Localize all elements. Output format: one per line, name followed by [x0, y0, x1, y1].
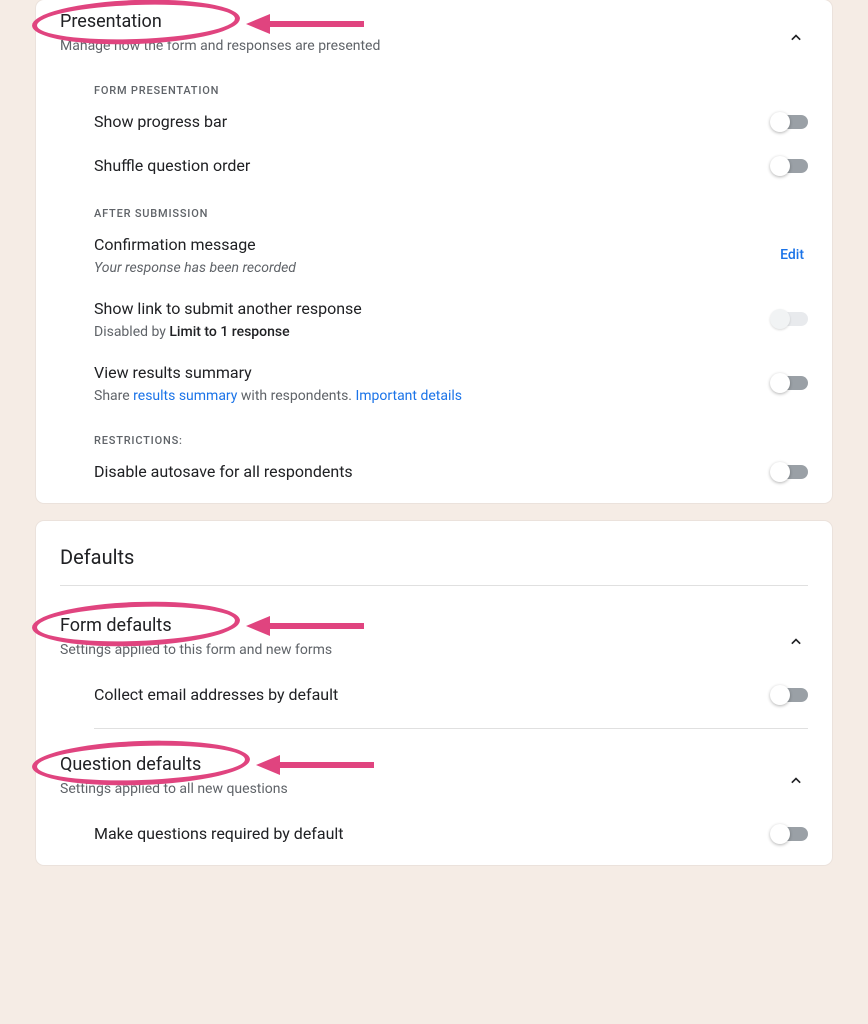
presentation-subtitle: Manage how the form and responses are pr… — [60, 38, 380, 54]
show-progress-bar-row: Show progress bar — [60, 97, 808, 133]
view-results-toggle[interactable] — [772, 376, 808, 390]
collapse-presentation-icon[interactable] — [784, 26, 808, 50]
form-defaults-subtitle: Settings applied to this form and new fo… — [60, 642, 332, 658]
question-defaults-header[interactable]: Question defaults Settings applied to al… — [60, 729, 808, 797]
important-details-link[interactable]: Important details — [355, 388, 462, 404]
make-required-toggle[interactable] — [772, 827, 808, 841]
collect-email-toggle[interactable] — [772, 688, 808, 702]
defaults-card: Defaults Form defaults Settings applied … — [36, 521, 832, 865]
restrictions-label: RESTRICTIONS: — [94, 434, 808, 447]
confirmation-message-value: Your response has been recorded — [94, 260, 780, 276]
form-presentation-label: FORM PRESENTATION — [94, 84, 808, 97]
defaults-card-title: Defaults — [60, 521, 808, 585]
disable-autosave-row: Disable autosave for all respondents — [60, 447, 808, 483]
collect-email-title: Collect email addresses by default — [94, 684, 772, 706]
shuffle-question-order-title: Shuffle question order — [94, 155, 772, 177]
collapse-question-defaults-icon[interactable] — [784, 769, 808, 793]
disable-autosave-title: Disable autosave for all respondents — [94, 461, 772, 483]
make-required-title: Make questions required by default — [94, 823, 772, 845]
submit-another-row: Show link to submit another response Dis… — [60, 276, 808, 340]
shuffle-question-order-row: Shuffle question order — [60, 133, 808, 177]
make-required-row: Make questions required by default — [60, 797, 808, 845]
view-results-row: View results summary Share results summa… — [60, 340, 808, 404]
presentation-card: Presentation Manage how the form and res… — [36, 0, 832, 503]
submit-another-toggle — [772, 312, 808, 326]
edit-confirmation-button[interactable]: Edit — [780, 247, 804, 263]
collapse-form-defaults-icon[interactable] — [784, 630, 808, 654]
presentation-title: Presentation — [60, 10, 380, 34]
form-defaults-title: Form defaults — [60, 614, 332, 638]
confirmation-message-title: Confirmation message — [94, 234, 780, 256]
results-summary-link[interactable]: results summary — [133, 388, 237, 404]
submit-another-prefix: Disabled by — [94, 324, 169, 340]
submit-another-title: Show link to submit another response — [94, 298, 772, 320]
form-defaults-header[interactable]: Form defaults Settings applied to this f… — [60, 586, 808, 658]
view-results-mid: with respondents. — [237, 388, 355, 404]
confirmation-message-row: Confirmation message Your response has b… — [60, 220, 808, 276]
view-results-sub: Share results summary with respondents. … — [94, 388, 772, 404]
show-progress-bar-toggle[interactable] — [772, 115, 808, 129]
question-defaults-subtitle: Settings applied to all new questions — [60, 781, 288, 797]
submit-another-sub: Disabled by Limit to 1 response — [94, 324, 772, 340]
presentation-header[interactable]: Presentation Manage how the form and res… — [60, 0, 808, 54]
question-defaults-title: Question defaults — [60, 753, 288, 777]
show-progress-bar-title: Show progress bar — [94, 111, 772, 133]
shuffle-question-order-toggle[interactable] — [772, 159, 808, 173]
after-submission-label: AFTER SUBMISSION — [94, 207, 808, 220]
view-results-title: View results summary — [94, 362, 772, 384]
view-results-prefix: Share — [94, 388, 133, 404]
disable-autosave-toggle[interactable] — [772, 465, 808, 479]
submit-another-bold: Limit to 1 response — [169, 324, 289, 340]
collect-email-row: Collect email addresses by default — [60, 658, 808, 706]
